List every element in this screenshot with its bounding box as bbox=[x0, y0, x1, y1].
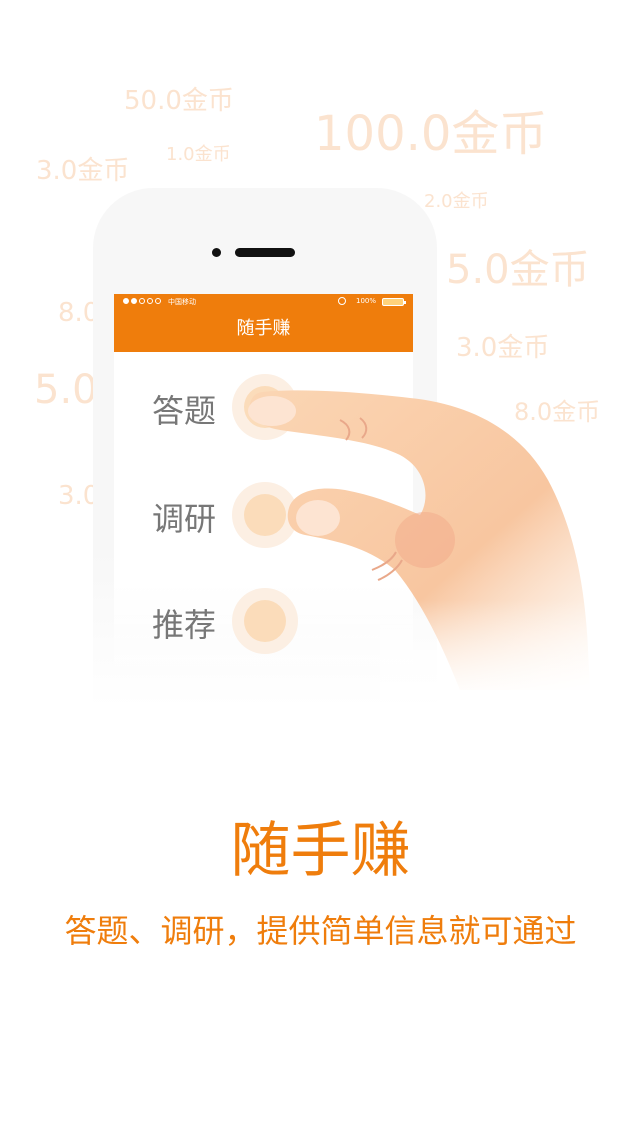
page-title: 随手赚 bbox=[230, 816, 411, 886]
page-subtitle: 答题、调研，提供简单信息就可通过 bbox=[64, 912, 577, 950]
hand-illustration bbox=[248, 390, 600, 700]
